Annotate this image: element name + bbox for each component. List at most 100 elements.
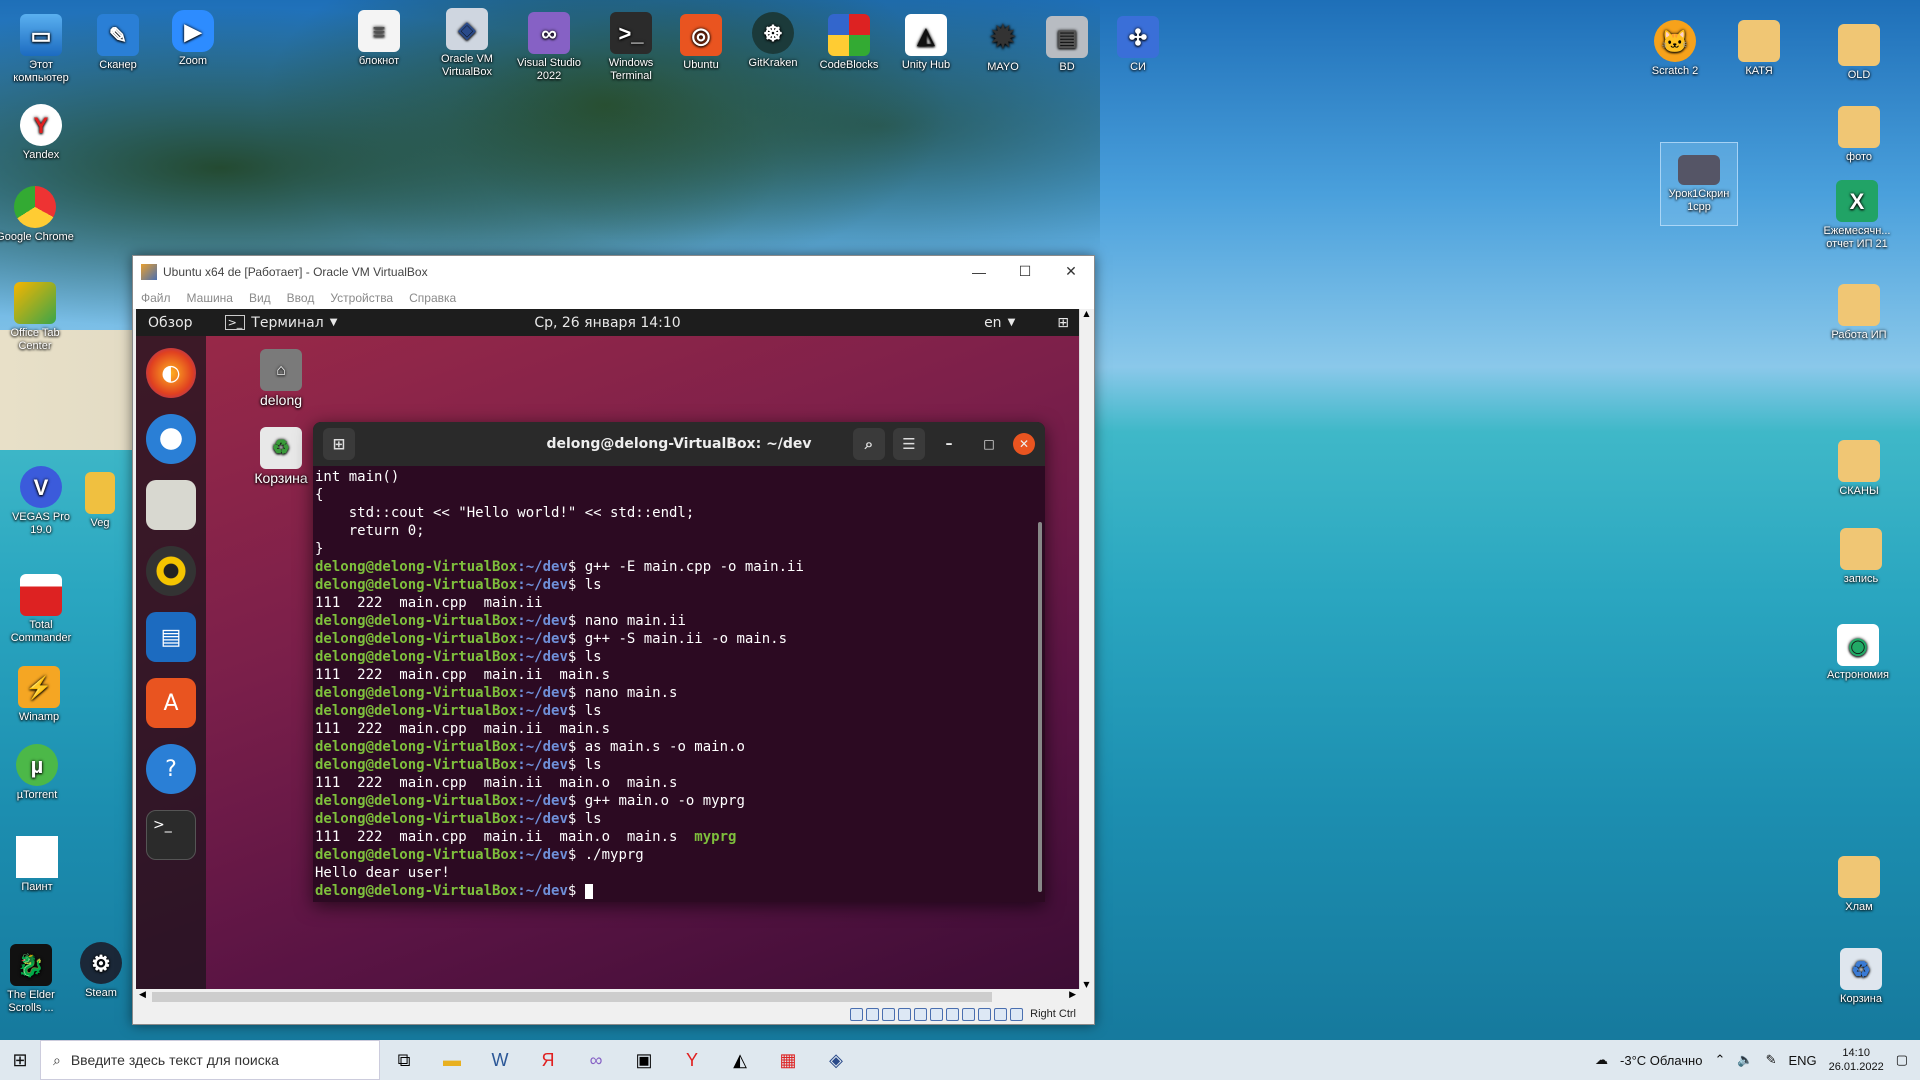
unity-icon[interactable]: ◭ <box>716 1040 764 1080</box>
virtualbox-icon[interactable]: ◈ <box>812 1040 860 1080</box>
minimize-button[interactable]: – <box>933 436 965 452</box>
menu-input[interactable]: Ввод <box>287 291 315 305</box>
notifications-icon[interactable]: ▢ <box>1896 1052 1908 1068</box>
desktop-icon-office-tab[interactable]: Office Tab Center <box>0 282 74 353</box>
guest-trash[interactable]: ♻ Корзина <box>242 427 320 487</box>
menu-button[interactable]: ☰ <box>893 428 925 460</box>
menu-help[interactable]: Справка <box>409 291 456 305</box>
network-icon[interactable]: ⊞ <box>1057 315 1069 331</box>
app-menu-terminal[interactable]: >_ Терминал ▼ <box>224 315 337 331</box>
network-adapter-icon[interactable] <box>898 1007 912 1021</box>
menu-devices[interactable]: Устройства <box>330 291 393 305</box>
desktop-icon-junk[interactable]: Хлам <box>1820 856 1898 914</box>
thunderbird-icon[interactable] <box>146 414 196 464</box>
word-icon[interactable]: W <box>476 1040 524 1080</box>
rhythmbox-icon[interactable] <box>146 546 196 596</box>
terminal-icon[interactable]: >_ <box>146 810 196 860</box>
close-button[interactable]: ✕ <box>1013 433 1035 455</box>
maximize-button[interactable]: □ <box>973 437 1005 451</box>
desktop-icon-gitkraken[interactable]: ☸ GitKraken <box>734 12 812 70</box>
visual-studio-icon[interactable]: ∞ <box>572 1040 620 1080</box>
volume-icon[interactable]: 🔈 <box>1737 1052 1753 1068</box>
close-button[interactable]: ✕ <box>1048 256 1094 287</box>
desktop-icon-yandex[interactable]: Y Yandex <box>2 104 80 162</box>
optical-drive-icon[interactable] <box>866 1007 880 1021</box>
writer-icon[interactable]: ▤ <box>146 612 196 662</box>
keyboard-layout[interactable]: en ▼ <box>984 315 1015 331</box>
desktop-icon-scratch[interactable]: 🐱 Scratch 2 <box>1636 20 1714 78</box>
desktop-icon-this-pc[interactable]: ▭ Этот компьютер <box>2 14 80 85</box>
scroll-down-icon[interactable]: ▼ <box>1080 980 1093 989</box>
terminal-window[interactable]: ⊞ delong@delong-VirtualBox: ~/dev ⌕ ☰ – … <box>313 422 1045 902</box>
desktop-icon-scans[interactable]: СКАНЫ <box>1820 440 1898 498</box>
terminal-output[interactable]: int main(){ std::cout << "Hello world!" … <box>313 466 1045 900</box>
desktop-icon-steam[interactable]: ⚙ Steam <box>62 942 140 1000</box>
terminal-headerbar[interactable]: ⊞ delong@delong-VirtualBox: ~/dev ⌕ ☰ – … <box>313 422 1045 466</box>
terminal-scrollbar[interactable] <box>1038 522 1042 892</box>
start-button[interactable]: ⊞ <box>0 1040 40 1080</box>
menu-file[interactable]: Файл <box>141 291 171 305</box>
desktop-icon-windows-terminal[interactable]: >_ Windows Terminal <box>592 12 670 83</box>
yandex-icon[interactable]: Y <box>668 1040 716 1080</box>
scroll-right-icon[interactable]: ▶ <box>1069 990 1076 1000</box>
horizontal-scrollbar[interactable]: ◀ ▶ <box>136 989 1079 1005</box>
activities-button[interactable]: Обзор <box>148 315 193 331</box>
desktop-icon-veg[interactable]: Veg <box>80 472 120 530</box>
pen-icon[interactable]: ✎ <box>1766 1052 1777 1068</box>
desktop-icon-elder-scrolls[interactable]: 🐉 The Elder Scrolls ... <box>0 944 70 1015</box>
desktop-icon-notepad[interactable]: ≡ блокнот <box>340 10 418 68</box>
desktop-icon-ubuntu[interactable]: ◎ Ubuntu <box>662 14 740 72</box>
chevron-up-icon[interactable]: ⌃ <box>1714 1052 1725 1068</box>
desktop-icon-zoom[interactable]: ▶ Zoom <box>154 10 232 68</box>
weather-label[interactable]: -3°C Облачно <box>1620 1053 1702 1068</box>
desktop-icon-astronomy[interactable]: ◉ Астрономия <box>1816 624 1900 682</box>
desktop-icon-bd[interactable]: ▤ BD <box>1028 16 1106 74</box>
desktop-icon-work-ip[interactable]: Работа ИП <box>1820 284 1898 342</box>
desktop-icon-utorrent[interactable]: µ µTorrent <box>0 744 76 802</box>
desktop-icon-si[interactable]: ✣ СИ <box>1099 16 1177 74</box>
shared-folder-icon[interactable] <box>930 1007 944 1021</box>
terminal-icon[interactable]: ▣ <box>620 1040 668 1080</box>
desktop-icon-winamp[interactable]: ⚡ Winamp <box>0 666 78 724</box>
guest-home-folder[interactable]: ⌂ delong <box>242 349 320 409</box>
desktop-icon-record[interactable]: запись <box>1822 528 1900 586</box>
yandex-browser-icon[interactable]: Я <box>524 1040 572 1080</box>
display-icon[interactable] <box>946 1007 960 1021</box>
hdd-icon[interactable] <box>850 1007 864 1021</box>
software-center-icon[interactable]: A <box>146 678 196 728</box>
desktop-icon-monthly-report[interactable]: X Ежемесячн... отчет ИП 21 <box>1812 180 1902 251</box>
scroll-up-icon[interactable]: ▲ <box>1080 309 1093 318</box>
mouse-integration-icon[interactable] <box>994 1007 1008 1021</box>
search-button[interactable]: ⌕ <box>853 428 885 460</box>
desktop-icon-old[interactable]: OLD <box>1820 24 1898 82</box>
new-tab-button[interactable]: ⊞ <box>323 428 355 460</box>
task-view-icon[interactable]: ⧉ <box>380 1040 428 1080</box>
maximize-button[interactable]: ☐ <box>1002 256 1048 287</box>
desktop-icon-visual-studio[interactable]: ∞ Visual Studio 2022 <box>510 12 588 83</box>
window-titlebar[interactable]: Ubuntu x64 de [Работает] - Oracle VM Vir… <box>133 256 1094 287</box>
firefox-icon[interactable]: ◐ <box>146 348 196 398</box>
audio-icon[interactable] <box>882 1007 896 1021</box>
desktop-icon-recycle-bin[interactable]: ♻ Корзина <box>1822 948 1900 1006</box>
weather-icon[interactable]: ☁ <box>1595 1052 1608 1068</box>
keyboard-icon[interactable] <box>1010 1007 1024 1021</box>
taskbar-clock[interactable]: 14:10 26.01.2022 <box>1829 1046 1884 1074</box>
input-language[interactable]: ENG <box>1788 1053 1816 1068</box>
menu-machine[interactable]: Машина <box>187 291 233 305</box>
files-icon[interactable] <box>146 480 196 530</box>
horizontal-scroll-thumb[interactable] <box>152 992 992 1002</box>
desktop-icon-paint[interactable]: Паинт <box>0 836 76 894</box>
vertical-scrollbar[interactable]: ▲ ▼ <box>1079 309 1093 989</box>
usb-icon[interactable] <box>914 1007 928 1021</box>
scroll-left-icon[interactable]: ◀ <box>139 990 146 1000</box>
codeblocks-icon[interactable]: ▦ <box>764 1040 812 1080</box>
minimize-button[interactable]: — <box>956 256 1002 287</box>
desktop-icon-lesson-screenshot[interactable]: Урок1Скрин 1cpp <box>1660 142 1738 226</box>
desktop-icon-virtualbox[interactable]: ◈ Oracle VM VirtualBox <box>428 8 506 79</box>
desktop-icon-vegas[interactable]: V VEGAS Pro 19.0 <box>2 466 80 537</box>
desktop-icon-photo[interactable]: фото <box>1820 106 1898 164</box>
desktop-icon-scanner[interactable]: ✎ Сканер <box>79 14 157 72</box>
desktop-icon-unity-hub[interactable]: ◭ Unity Hub <box>887 14 965 72</box>
desktop-icon-total-commander[interactable]: Total Commander <box>2 574 80 645</box>
desktop-icon-codeblocks[interactable]: CodeBlocks <box>810 14 888 72</box>
